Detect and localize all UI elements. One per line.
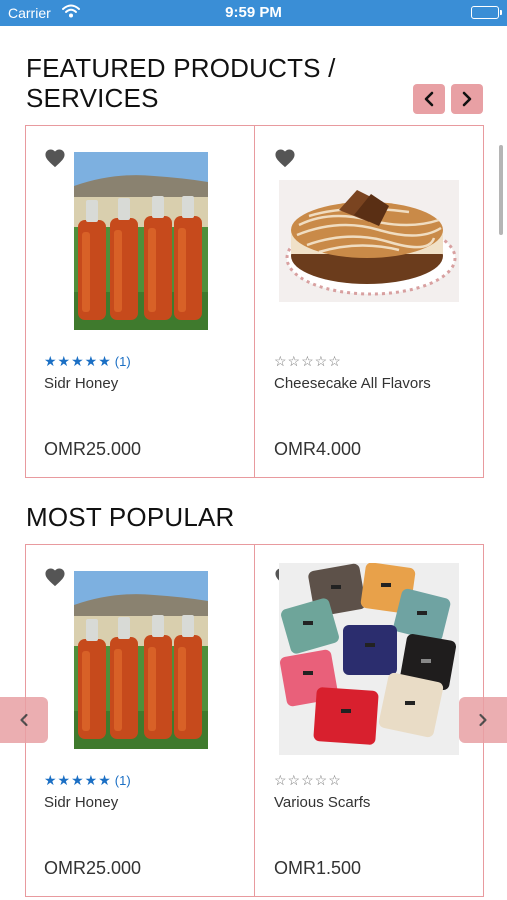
featured-prev-button[interactable] xyxy=(413,84,445,114)
heart-icon[interactable] xyxy=(44,567,66,587)
product-price: OMR4.000 xyxy=(274,439,362,459)
rating-count[interactable]: (1) xyxy=(115,773,131,788)
rating-count[interactable]: (1) xyxy=(115,354,131,369)
featured-products-row: ★★★★★ (1) Sidr Honey OMR25.000 ☆☆☆☆☆ Che… xyxy=(25,125,484,478)
heart-icon[interactable] xyxy=(274,148,296,168)
product-rating: ☆☆☆☆☆ xyxy=(274,772,345,790)
heart-icon[interactable] xyxy=(44,148,66,168)
product-image-honey[interactable] xyxy=(74,571,208,749)
product-name[interactable]: Various Scarfs xyxy=(274,794,370,811)
product-price: OMR25.000 xyxy=(44,439,142,459)
popular-prev-button[interactable] xyxy=(0,697,48,743)
product-rating: ★★★★★ (1) xyxy=(44,353,131,371)
star-rating-icons: ★★★★★ xyxy=(44,772,112,788)
status-bar: Carrier 9:59 PM xyxy=(0,0,507,26)
scroll-indicator[interactable] xyxy=(499,145,503,235)
product-price: OMR25.000 xyxy=(44,858,142,878)
product-card[interactable]: ☆☆☆☆☆ Cheesecake All Flavors OMR4.000 xyxy=(255,126,483,477)
popular-products-row: ★★★★★ (1) Sidr Honey OMR25.000 ☆☆☆☆☆ Var… xyxy=(25,544,484,897)
chevron-left-icon xyxy=(424,91,434,107)
popular-section-title: MOST POPULAR xyxy=(26,502,235,532)
product-rating: ☆☆☆☆☆ xyxy=(274,353,345,371)
star-rating-icons: ☆☆☆☆☆ xyxy=(274,353,342,369)
battery-icon xyxy=(471,6,502,19)
chevron-right-icon xyxy=(462,91,472,107)
product-rating: ★★★★★ (1) xyxy=(44,772,131,790)
chevron-right-icon xyxy=(479,713,487,727)
product-price: OMR1.500 xyxy=(274,858,362,878)
product-image-cheesecake[interactable] xyxy=(279,180,459,302)
featured-next-button[interactable] xyxy=(451,84,483,114)
product-name[interactable]: Sidr Honey xyxy=(44,794,118,811)
product-card[interactable]: ★★★★★ (1) Sidr Honey OMR25.000 xyxy=(26,545,255,896)
featured-section-title: FEATURED PRODUCTS / SERVICES xyxy=(26,53,336,113)
product-card[interactable]: ★★★★★ (1) Sidr Honey OMR25.000 xyxy=(26,126,255,477)
popular-next-button[interactable] xyxy=(459,697,507,743)
product-image-honey[interactable] xyxy=(74,152,208,330)
star-rating-icons: ★★★★★ xyxy=(44,353,112,369)
clock: 9:59 PM xyxy=(225,4,282,21)
product-image-scarves[interactable] xyxy=(279,563,459,755)
product-name[interactable]: Sidr Honey xyxy=(44,375,118,392)
product-card[interactable]: ☆☆☆☆☆ Various Scarfs OMR1.500 xyxy=(255,545,483,896)
product-name[interactable]: Cheesecake All Flavors xyxy=(274,375,431,392)
star-rating-icons: ☆☆☆☆☆ xyxy=(274,772,342,788)
chevron-left-icon xyxy=(20,713,28,727)
